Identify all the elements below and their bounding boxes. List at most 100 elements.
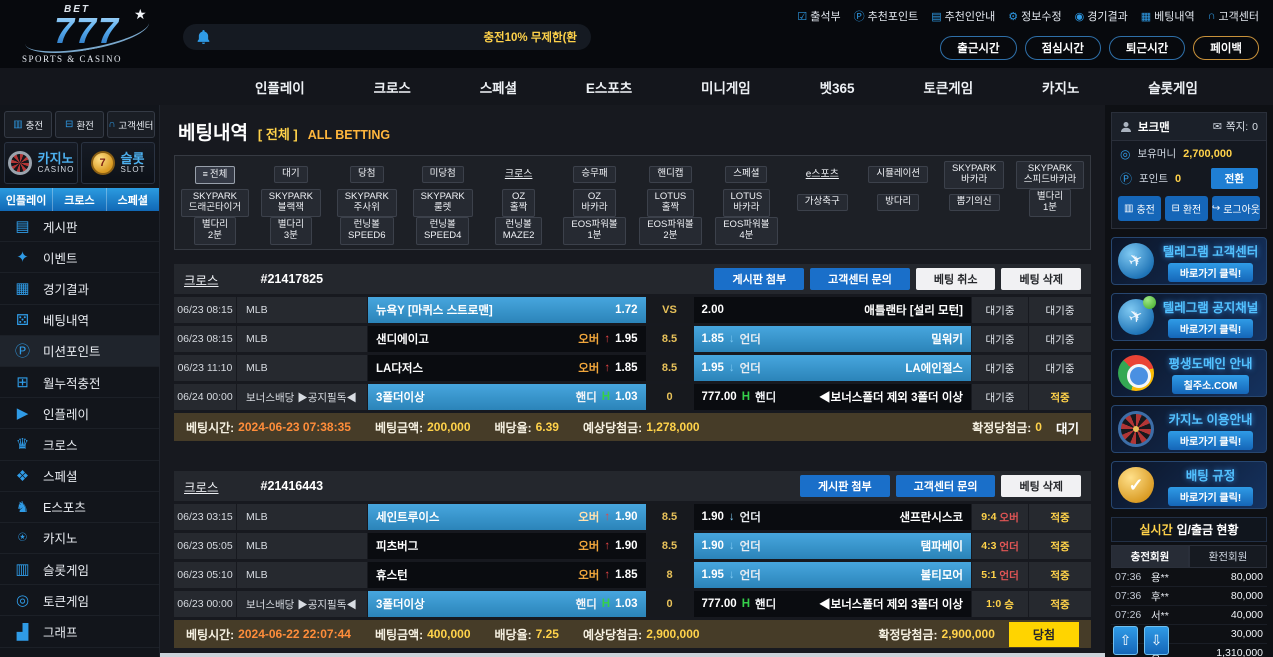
filter-전체[interactable]: ≡전체	[195, 166, 236, 184]
filter-EOS파워볼-2분[interactable]: EOS파워볼 2분	[639, 217, 701, 245]
filter-별다리-2분[interactable]: 별다리 2분	[194, 217, 236, 245]
sidebar-item-베팅내역[interactable]: ⚄베팅내역	[0, 305, 159, 336]
user-menu-추천포인트[interactable]: Ⓟ추천포인트	[854, 8, 919, 24]
time-button-페이백[interactable]: 페이백	[1193, 36, 1259, 60]
filter-방다리[interactable]: 방다리	[877, 194, 919, 211]
sidebar-item-게시판[interactable]: ▤게시판	[0, 211, 159, 242]
messages[interactable]: ✉ 쪽지: 0	[1213, 119, 1258, 134]
user-menu-고객센터[interactable]: ∩고객센터	[1208, 8, 1259, 24]
sidebar-item-스페셜[interactable]: ❖스페셜	[0, 461, 159, 492]
filter-SKYPARK-바카라[interactable]: SKYPARK 바카라	[944, 161, 1004, 189]
sidebar-item-토큰게임[interactable]: ◎토큰게임	[0, 585, 159, 616]
time-button-퇴근시간[interactable]: 퇴근시간	[1109, 36, 1185, 60]
filter-SKYPARK-주사위[interactable]: SKYPARK 주사위	[337, 189, 397, 217]
filter-뽑기의신[interactable]: 뽑기의신	[949, 194, 1000, 211]
filter-별다리-1분[interactable]: 별다리 1분	[1029, 189, 1071, 217]
sidebar-tab-스페셜[interactable]: 스페셜	[107, 188, 159, 211]
sidebar-item-월누적충전[interactable]: ⊞월누적충전	[0, 367, 159, 398]
tile-casino[interactable]: 카지노CASINO	[4, 142, 78, 184]
filter-LOTUS-바카라[interactable]: LOTUS 바카라	[723, 189, 771, 217]
nav-item-카지노[interactable]: 카지노	[1042, 77, 1079, 97]
card-button-게시판-첨부[interactable]: 게시판 첨부	[714, 268, 804, 290]
win-status-button[interactable]: 당첨	[1009, 622, 1079, 647]
filter-런닝볼-SPEED6[interactable]: 런닝볼 SPEED6	[340, 217, 394, 245]
user-menu-경기결과[interactable]: ◉경기결과	[1075, 8, 1128, 24]
filter-스페셜[interactable]: 스페셜	[725, 166, 767, 183]
user-menu-출석부[interactable]: ☑출석부	[797, 8, 840, 24]
banner-chrome[interactable]: 평생도메인 안내칠주소.COM	[1111, 349, 1267, 397]
time-button-점심시간[interactable]: 점심시간	[1025, 36, 1101, 60]
filter-SKYPARK-룰렛[interactable]: SKYPARK 룰렛	[413, 189, 473, 217]
filter-승무패[interactable]: 승무패	[573, 166, 615, 183]
filter-OZ-홀짝[interactable]: OZ 홀짝	[502, 189, 535, 217]
sidebar-item-슬롯게임[interactable]: ▥슬롯게임	[0, 554, 159, 585]
sidebar-item-E스포츠[interactable]: ♞E스포츠	[0, 492, 159, 523]
user-menu-베팅내역[interactable]: ▦베팅내역	[1141, 8, 1195, 24]
card-game-type[interactable]: 크로스	[184, 270, 219, 289]
sidebar-item-그래프[interactable]: ▟그래프	[0, 616, 159, 647]
nav-item-스페셜[interactable]: 스페셜	[480, 77, 517, 97]
card-button-고객센터-문의[interactable]: 고객센터 문의	[896, 475, 996, 497]
filter-크로스[interactable]: 크로스	[498, 167, 540, 183]
card-button-게시판-첨부[interactable]: 게시판 첨부	[800, 475, 890, 497]
banner-shield[interactable]: 배팅 규정바로가기 클릭!	[1111, 461, 1267, 509]
quick-충전[interactable]: ▥충전	[4, 111, 52, 138]
filter-SKYPARK-스피드바카라[interactable]: SKYPARK 스피드바카라	[1016, 161, 1084, 189]
scroll-down-button[interactable]: ⇩	[1144, 626, 1169, 655]
filter-핸디캡[interactable]: 핸디캡	[649, 166, 691, 183]
notice-bar[interactable]: 충전10% 무제한(환	[183, 24, 591, 50]
filter-런닝볼-MAZE2[interactable]: 런닝볼 MAZE2	[495, 217, 543, 245]
sidebar-item-카지노[interactable]: ⍟카지노	[0, 523, 159, 554]
sidebar-item-미션포인트[interactable]: Ⓟ미션포인트	[0, 336, 159, 367]
filter-e스포츠[interactable]: e스포츠	[799, 167, 846, 183]
card-game-type[interactable]: 크로스	[184, 477, 219, 496]
account-button-충전[interactable]: ▥충전	[1118, 196, 1161, 221]
nav-item-미니게임[interactable]: 미니게임	[701, 77, 751, 97]
banner-telegram2[interactable]: 텔레그램 공지채널바로가기 클릭!	[1111, 293, 1267, 341]
card-button-고객센터-문의[interactable]: 고객센터 문의	[810, 268, 910, 290]
site-logo[interactable]: BET 777 ★ SPORTS & CASINO	[16, 2, 166, 66]
banner-roulette[interactable]: 카지노 이용안내바로가기 클릭!	[1111, 405, 1267, 453]
nav-item-벳365[interactable]: 벳365	[820, 77, 855, 97]
filter-EOS파워볼-1분[interactable]: EOS파워볼 1분	[563, 217, 625, 245]
user-menu-추천인안내[interactable]: ▤추천인안내	[931, 8, 995, 24]
card-button-베팅-삭제[interactable]: 베팅 삭제	[1001, 475, 1081, 497]
sidebar-tab-크로스[interactable]: 크로스	[53, 188, 106, 211]
account-button-환전[interactable]: ⊟환전	[1165, 196, 1208, 221]
sidebar-item-인플레이[interactable]: ▶인플레이	[0, 398, 159, 429]
filter-시뮬레이션[interactable]: 시뮬레이션	[868, 166, 928, 183]
filter-별다리-3분[interactable]: 별다리 3분	[270, 217, 312, 245]
scroll-up-button[interactable]: ⇧	[1113, 626, 1138, 655]
live-tab-환전회원[interactable]: 환전회원	[1189, 545, 1267, 568]
banner-telegram[interactable]: 텔레그램 고객센터바로가기 클릭!	[1111, 237, 1267, 285]
tile-slot[interactable]: 7슬롯SLOT	[81, 142, 155, 184]
filter-LOTUS-홀짝[interactable]: LOTUS 홀짝	[647, 189, 695, 217]
filter-OZ-바카라[interactable]: OZ 바카라	[573, 189, 615, 217]
card-button-베팅-삭제[interactable]: 베팅 삭제	[1001, 268, 1081, 290]
account-button-로그아웃[interactable]: ↪로그아웃	[1212, 196, 1260, 221]
card-button-베팅-취소[interactable]: 베팅 취소	[916, 268, 996, 290]
filter-SKYPARK-드래곤타이거[interactable]: SKYPARK 드래곤타이거	[181, 189, 249, 217]
user-menu-정보수정[interactable]: ⚙정보수정	[1008, 8, 1061, 24]
quick-환전[interactable]: ⊟환전	[55, 111, 103, 138]
time-button-출근시간[interactable]: 출근시간	[940, 36, 1016, 60]
convert-button[interactable]: 전환	[1211, 168, 1258, 189]
nav-item-토큰게임[interactable]: 토큰게임	[923, 77, 973, 97]
nav-item-크로스[interactable]: 크로스	[374, 77, 411, 97]
sidebar-item-크로스[interactable]: ♛크로스	[0, 429, 159, 460]
filter-SKYPARK-블랙잭[interactable]: SKYPARK 블랙잭	[261, 189, 321, 217]
filter-대기[interactable]: 대기	[274, 166, 307, 183]
sidebar-item-이벤트[interactable]: ✦이벤트	[0, 242, 159, 273]
filter-가상축구[interactable]: 가상축구	[797, 194, 848, 211]
sidebar-tab-인플레이[interactable]: 인플레이	[0, 188, 53, 211]
filter-미당첨[interactable]: 미당첨	[422, 166, 464, 183]
quick-고객센터[interactable]: ∩고객센터	[107, 111, 155, 138]
nav-item-슬롯게임[interactable]: 슬롯게임	[1148, 77, 1198, 97]
filter-당첨[interactable]: 당첨	[350, 166, 383, 183]
sidebar-item-경기결과[interactable]: ▦경기결과	[0, 273, 159, 304]
nav-item-E스포츠[interactable]: E스포츠	[586, 77, 632, 97]
live-tab-충전회원[interactable]: 충전회원	[1111, 545, 1189, 568]
filter-런닝볼-SPEED4[interactable]: 런닝볼 SPEED4	[416, 217, 470, 245]
nav-item-인플레이[interactable]: 인플레이	[255, 77, 305, 97]
filter-EOS파워볼-4분[interactable]: EOS파워볼 4분	[715, 217, 777, 245]
